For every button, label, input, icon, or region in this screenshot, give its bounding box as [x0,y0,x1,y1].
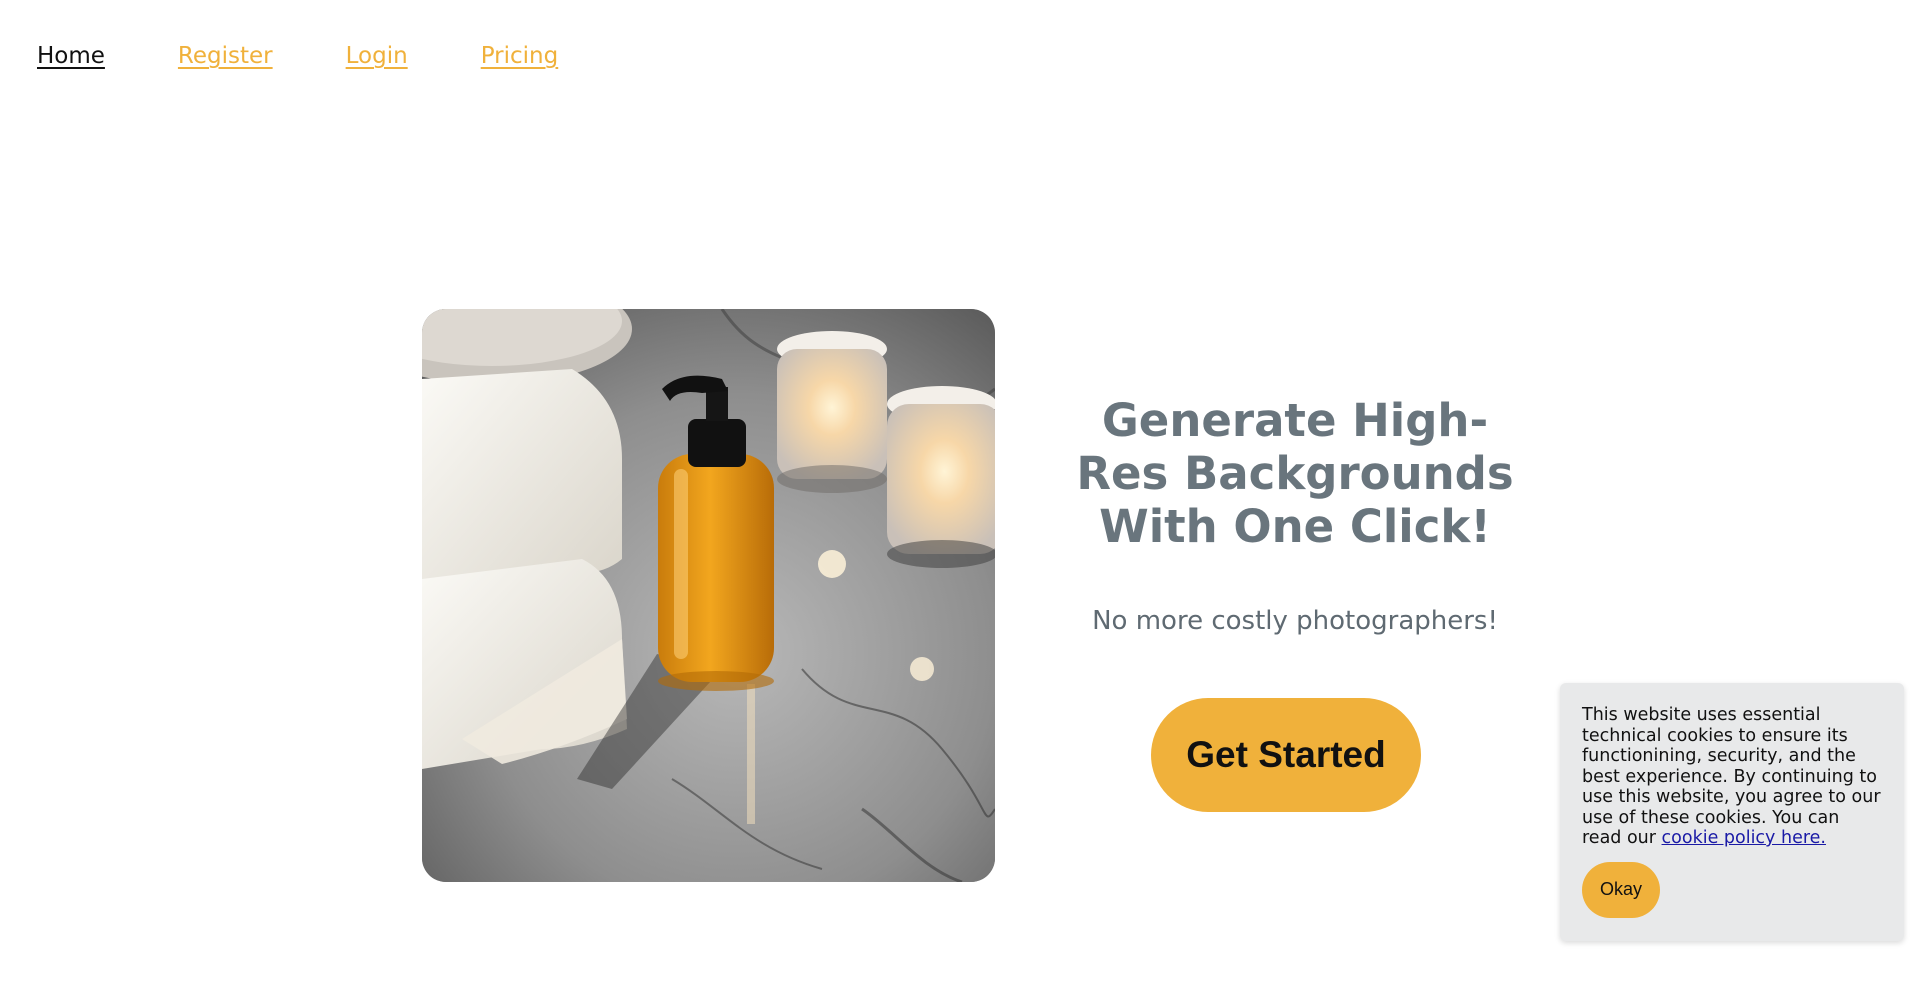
cookie-message: This website uses essential technical co… [1582,705,1882,849]
hero-subtext: No more costly photographers! [1092,606,1498,636]
cookie-message-text: This website uses essential technical co… [1582,705,1881,848]
nav-link-pricing[interactable]: Pricing [481,38,559,74]
hero-product-image [422,309,995,882]
main-nav: Home Register Login Pricing [37,38,631,74]
nav-link-login[interactable]: Login [346,38,408,74]
hero-headline: Generate High-Res Backgrounds With One C… [1076,394,1514,553]
cookie-okay-button[interactable]: Okay [1582,861,1660,918]
cookie-policy-link[interactable]: cookie policy here. [1662,828,1826,848]
nav-link-register[interactable]: Register [178,38,273,74]
nav-link-home[interactable]: Home [37,38,105,74]
cookie-banner: This website uses essential technical co… [1560,683,1904,941]
get-started-button[interactable]: Get Started [1151,698,1421,812]
